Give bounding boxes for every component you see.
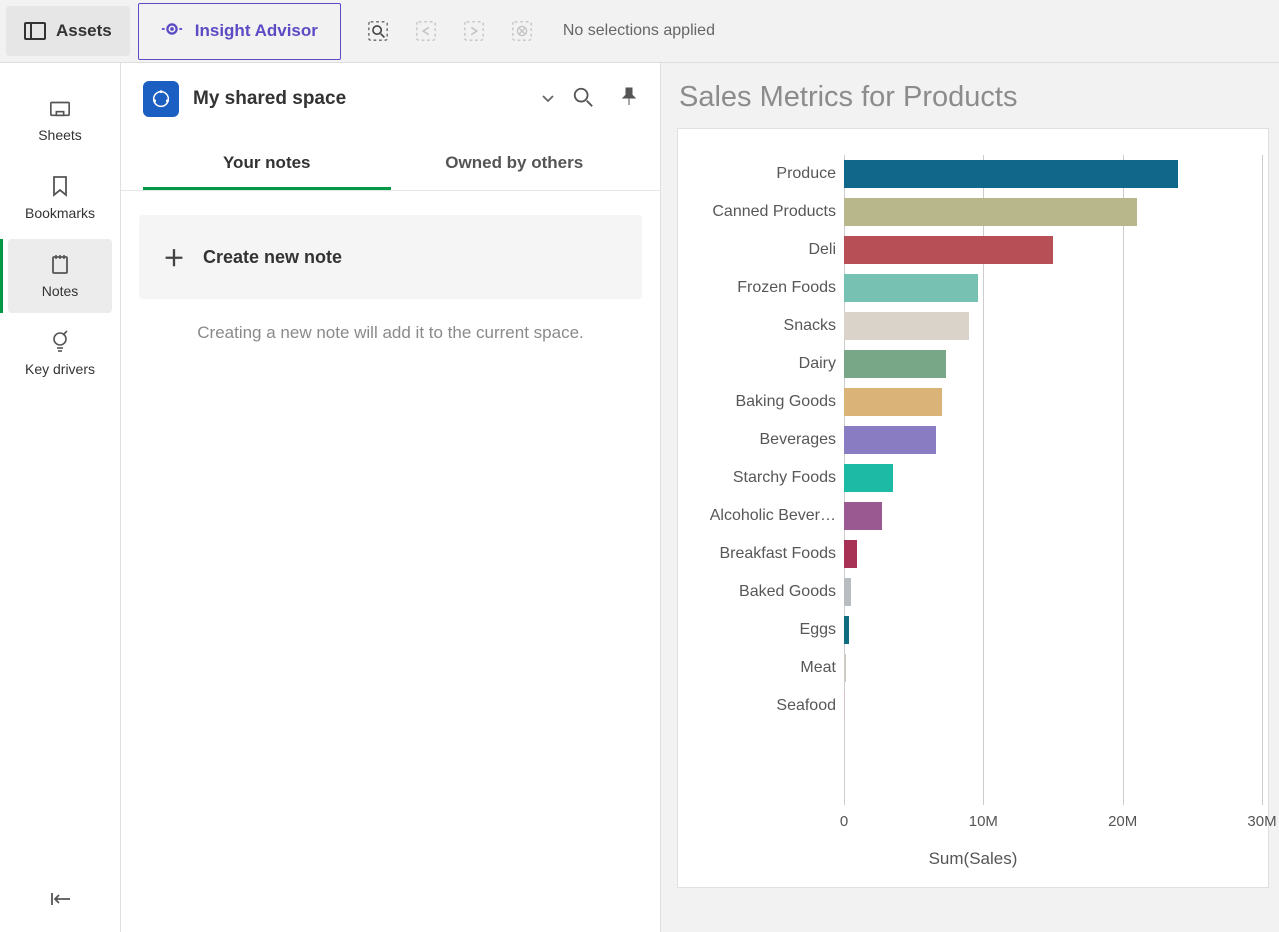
x-axis-label: Sum(Sales)	[684, 849, 1262, 869]
bar-row[interactable]: Baked Goods	[684, 573, 1262, 611]
bar-row[interactable]: Breakfast Foods	[684, 535, 1262, 573]
bar-fill	[844, 388, 942, 416]
note-icon	[49, 253, 71, 275]
bar-label: Meat	[684, 659, 844, 677]
rail-label: Sheets	[38, 127, 82, 143]
bar-label: Frozen Foods	[684, 279, 844, 297]
bar-fill	[844, 654, 846, 682]
bar-row[interactable]: Alcoholic Bever…	[684, 497, 1262, 535]
rail-item-key-drivers[interactable]: Key drivers	[8, 317, 112, 391]
sheet-icon	[49, 97, 71, 119]
bar-row[interactable]: Dairy	[684, 345, 1262, 383]
bar-label: Dairy	[684, 355, 844, 373]
bulb-icon	[49, 331, 71, 353]
bar-row[interactable]: Beverages	[684, 421, 1262, 459]
bar-row[interactable]: Eggs	[684, 611, 1262, 649]
panel-icon	[24, 20, 46, 42]
bar-row[interactable]: Produce	[684, 155, 1262, 193]
insight-label: Insight Advisor	[195, 21, 318, 41]
axis-tick: 0	[840, 813, 848, 830]
rail-label: Key drivers	[25, 361, 95, 377]
bar-label: Seafood	[684, 697, 844, 715]
insight-icon	[161, 18, 183, 45]
rail-label: Bookmarks	[25, 205, 95, 221]
axis-tick: 20M	[1108, 813, 1137, 830]
tab-owned-by-others[interactable]: Owned by others	[391, 137, 639, 190]
bar-row[interactable]: Canned Products	[684, 193, 1262, 231]
bar-fill	[844, 312, 969, 340]
axis-tick: 30M	[1247, 813, 1276, 830]
bar-label: Eggs	[684, 621, 844, 639]
insight-advisor-button[interactable]: Insight Advisor	[138, 3, 341, 60]
bar-label: Alcoholic Bever…	[684, 507, 844, 525]
tab-your-notes[interactable]: Your notes	[143, 137, 391, 190]
clear-selections-icon[interactable]	[511, 20, 533, 42]
collapse-rail-icon[interactable]	[50, 891, 72, 912]
space-name: My shared space	[193, 88, 524, 110]
bar-label: Starchy Foods	[684, 469, 844, 487]
search-notes-icon[interactable]	[572, 86, 594, 113]
bar-row[interactable]: Baking Goods	[684, 383, 1262, 421]
bar-row[interactable]: Frozen Foods	[684, 269, 1262, 307]
axis-tick: 10M	[969, 813, 998, 830]
bar-fill	[844, 540, 857, 568]
create-new-note-button[interactable]: ＋ Create new note	[139, 215, 642, 299]
rail-item-sheets[interactable]: Sheets	[8, 83, 112, 157]
bar-label: Beverages	[684, 431, 844, 449]
bar-row[interactable]: Deli	[684, 231, 1262, 269]
chart-card[interactable]: Produce Canned Products Deli Frozen Foods Sn…	[677, 128, 1269, 888]
space-icon	[143, 81, 179, 117]
bar-label: Breakfast Foods	[684, 545, 844, 563]
space-dropdown-icon[interactable]	[538, 86, 558, 112]
bar-fill	[844, 350, 946, 378]
rail-item-notes[interactable]: Notes	[8, 239, 112, 313]
empty-hint: Creating a new note will add it to the c…	[121, 315, 660, 351]
plus-icon: ＋	[163, 241, 185, 273]
bar-row[interactable]: Seafood	[684, 687, 1262, 725]
bar-row[interactable]: Snacks	[684, 307, 1262, 345]
bar-row[interactable]: Starchy Foods	[684, 459, 1262, 497]
step-back-icon[interactable]	[415, 20, 437, 42]
step-forward-icon[interactable]	[463, 20, 485, 42]
rail-label: Notes	[42, 283, 79, 299]
chart-area: Sales Metrics for Products Produce Canned…	[661, 63, 1279, 932]
assets-label: Assets	[56, 21, 112, 41]
topbar: Assets Insight Advisor No selections app…	[0, 0, 1279, 63]
bookmark-icon	[49, 175, 71, 197]
selection-toolbar: No selections applied	[367, 20, 715, 42]
left-rail: Sheets Bookmarks Notes Key drivers	[0, 63, 121, 932]
assets-button[interactable]: Assets	[6, 6, 130, 56]
bar-fill	[844, 616, 849, 644]
bar-fill	[844, 692, 845, 720]
bar-fill	[844, 236, 1053, 264]
smart-search-icon[interactable]	[367, 20, 389, 42]
bar-fill	[844, 198, 1137, 226]
bar-fill	[844, 160, 1178, 188]
bar-fill	[844, 426, 936, 454]
chart-title: Sales Metrics for Products	[679, 81, 1269, 114]
notes-panel: My shared space Your notes Owned by othe…	[121, 63, 661, 932]
no-selections-text: No selections applied	[563, 22, 715, 40]
bar-label: Produce	[684, 165, 844, 183]
bar-label: Deli	[684, 241, 844, 259]
bar-label: Canned Products	[684, 203, 844, 221]
create-label: Create new note	[203, 247, 342, 268]
rail-item-bookmarks[interactable]: Bookmarks	[8, 161, 112, 235]
bar-fill	[844, 502, 882, 530]
bar-fill	[844, 274, 978, 302]
bar-row[interactable]: Meat	[684, 649, 1262, 687]
bar-label: Snacks	[684, 317, 844, 335]
bar-label: Baking Goods	[684, 393, 844, 411]
bar-fill	[844, 578, 851, 606]
bar-fill	[844, 464, 893, 492]
pin-icon[interactable]	[620, 86, 638, 113]
bar-label: Baked Goods	[684, 583, 844, 601]
